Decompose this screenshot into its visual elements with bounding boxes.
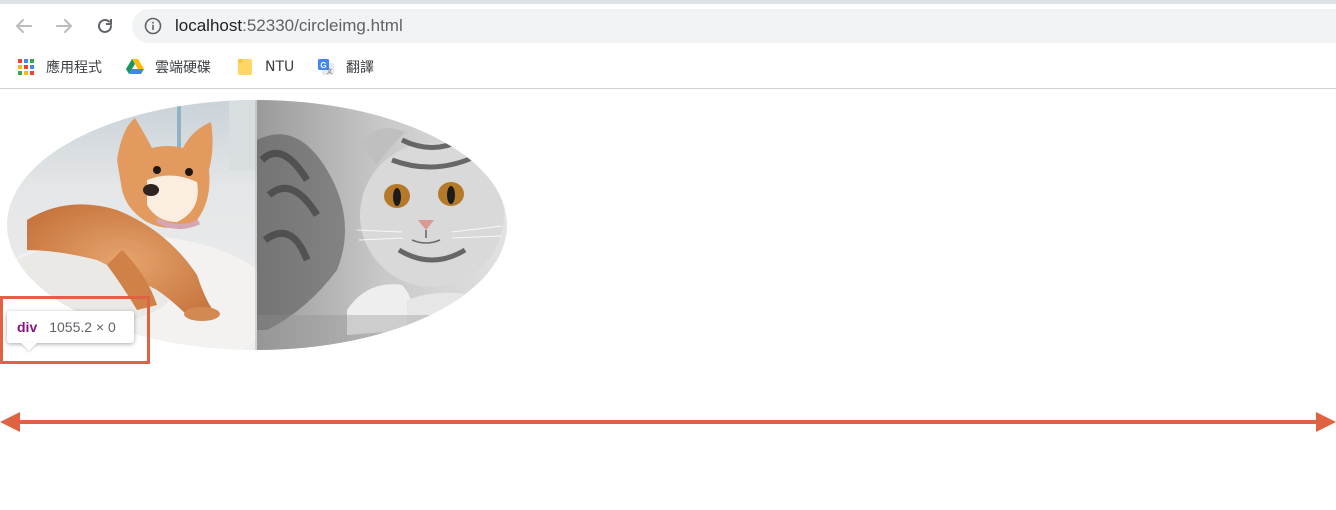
url-host: localhost bbox=[175, 16, 243, 35]
bookmark-label: 應用程式 bbox=[46, 60, 102, 76]
google-drive-icon bbox=[126, 59, 144, 74]
bookmark-label: 雲端硬碟 bbox=[155, 60, 211, 76]
bookmark-label: NTU bbox=[265, 59, 295, 75]
width-arrow bbox=[0, 412, 1336, 432]
page-content: div 1055.2 × 0 bbox=[0, 89, 1336, 510]
bookmark-translate[interactable]: G 文 翻譯 bbox=[317, 56, 374, 78]
back-button[interactable] bbox=[10, 12, 38, 40]
reload-icon bbox=[98, 18, 112, 33]
url-path: :52330/circleimg.html bbox=[242, 16, 403, 35]
arrow-left-icon bbox=[16, 19, 32, 33]
info-icon[interactable] bbox=[144, 17, 162, 35]
bookmarks-bar: 應用程式 雲端硬碟 NTU G 文 翻譯 bbox=[0, 48, 1336, 89]
bookmark-ntu[interactable]: NTU bbox=[236, 56, 294, 78]
browser-toolbar: localhost:52330/circleimg.html bbox=[0, 4, 1336, 48]
reload-button[interactable] bbox=[91, 12, 119, 40]
bookmark-label: 翻譯 bbox=[346, 60, 374, 76]
google-translate-icon: G 文 bbox=[318, 59, 334, 76]
forward-button[interactable] bbox=[50, 12, 78, 40]
apps-grid-icon bbox=[18, 59, 34, 75]
inspector-tooltip: div 1055.2 × 0 bbox=[7, 311, 134, 343]
folder-icon bbox=[238, 59, 252, 75]
tooltip-tag-name: div bbox=[17, 319, 38, 335]
svg-text:文: 文 bbox=[326, 68, 332, 76]
arrow-right-icon bbox=[56, 19, 72, 33]
bookmark-drive[interactable]: 雲端硬碟 bbox=[126, 56, 211, 78]
address-bar[interactable]: localhost:52330/circleimg.html bbox=[132, 9, 1336, 43]
tooltip-tail bbox=[21, 343, 37, 351]
url-text[interactable]: localhost:52330/circleimg.html bbox=[175, 9, 403, 43]
tooltip-dimensions: 1055.2 × 0 bbox=[49, 319, 116, 335]
bookmark-apps[interactable]: 應用程式 bbox=[17, 56, 102, 78]
